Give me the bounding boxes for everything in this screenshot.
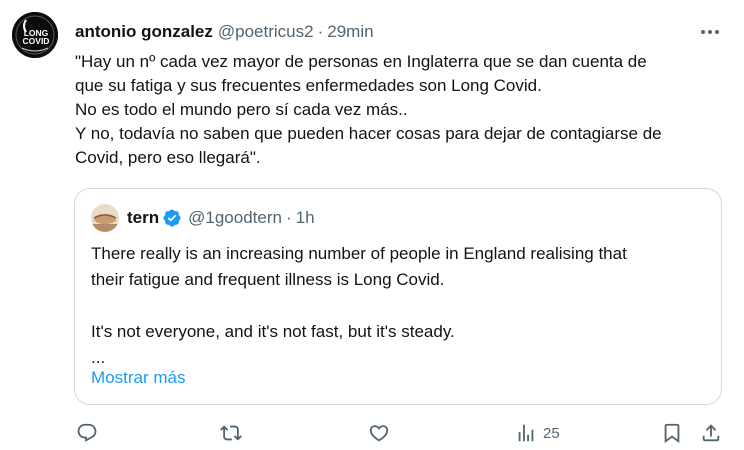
quoted-text-line: It's not everyone, and it's not fast, bu…: [91, 322, 455, 341]
avatar-logo-line-2: COVID: [23, 36, 50, 46]
author-name[interactable]: antonio gonzalez: [75, 20, 213, 44]
share-icon: [702, 424, 720, 442]
tweet-text: "Hay un nº cada vez mayor de personas en…: [75, 50, 725, 170]
quoted-author-avatar[interactable]: [91, 204, 119, 232]
tweet-text-line: Y no, todavía no saben que pueden hacer …: [75, 124, 662, 143]
bar-chart-icon: [518, 424, 534, 442]
tweet: LONG COVID antonio gonzalez @poetricus2 …: [0, 0, 744, 450]
long-covid-logo-icon: LONG COVID: [12, 12, 58, 58]
heart-icon: [369, 425, 389, 442]
author-handle[interactable]: @poetricus2: [218, 20, 314, 44]
quoted-tweet[interactable]: tern @1goodtern · 1h There really is an …: [74, 188, 722, 405]
like-button[interactable]: [368, 420, 390, 446]
quoted-text-line: There really is an increasing number of …: [91, 244, 627, 263]
tweet-actions: 25: [0, 420, 744, 446]
reply-button[interactable]: [76, 420, 98, 446]
quoted-text-line: their fatigue and frequent illness is Lo…: [91, 270, 445, 289]
tweet-text-line: "Hay un nº cada vez mayor de personas en…: [75, 52, 647, 71]
bookmark-button[interactable]: [661, 420, 683, 446]
author-avatar[interactable]: LONG COVID: [12, 12, 58, 58]
retweet-button[interactable]: [220, 420, 242, 446]
quoted-author-handle[interactable]: @1goodtern: [188, 208, 282, 228]
separator-dot: ·: [317, 22, 324, 41]
more-options-button[interactable]: [696, 22, 724, 42]
separator-dot: ·: [285, 208, 292, 227]
tweet-text-line: No es todo el mundo pero sí cada vez más…: [75, 100, 408, 119]
quoted-tweet-timestamp[interactable]: 1h: [296, 208, 315, 228]
tweet-header: antonio gonzalez @poetricus2 · 29min: [75, 20, 374, 44]
quoted-tweet-text: There really is an increasing number of …: [91, 241, 711, 371]
bookmark-icon: [664, 423, 680, 444]
comment-icon: [77, 423, 97, 442]
views-count: 25: [543, 424, 560, 442]
more-dots-icon: [701, 30, 719, 34]
tern-avatar-icon: [91, 204, 119, 232]
retweet-icon: [220, 425, 242, 441]
quoted-tweet-header: tern @1goodtern · 1h: [91, 204, 315, 232]
verified-badge-icon: [162, 208, 182, 228]
tweet-timestamp[interactable]: 29min: [327, 20, 373, 44]
views-button[interactable]: 25: [515, 420, 560, 446]
quoted-text-line: [91, 293, 711, 319]
share-button[interactable]: [700, 420, 722, 446]
quoted-author-name[interactable]: tern: [127, 208, 159, 228]
show-more-link[interactable]: Mostrar más: [91, 366, 185, 390]
tweet-text-line: que su fatiga y sus frecuentes enfermeda…: [75, 76, 542, 95]
tweet-text-line: Covid, pero eso llegará".: [75, 148, 261, 167]
